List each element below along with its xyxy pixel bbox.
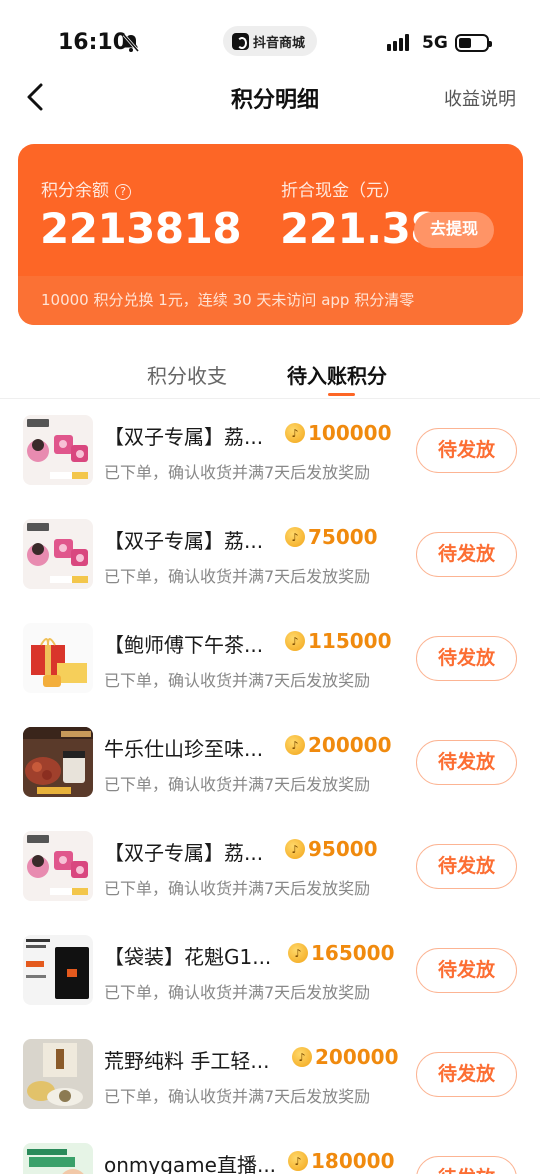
surprise-box-icon[interactable] [23, 1143, 93, 1174]
tab-pending-points[interactable]: 待入账积分 [287, 360, 387, 389]
douyin-coin-icon: ♪ [285, 735, 305, 755]
item-points: ♪ 95000 [285, 837, 378, 861]
points-value: 180000 [311, 1149, 395, 1173]
pending-status-button[interactable]: 待发放 [416, 636, 517, 681]
pink-products-icon[interactable] [23, 415, 93, 485]
list-item[interactable]: 【双子专属】荔... ♪ 75000 已下单，确认收货并满7天后发放奖励 待发放 [0, 503, 540, 607]
pink-products-icon[interactable] [23, 831, 93, 901]
points-balance: 2213818 [40, 204, 242, 253]
pending-status-button[interactable]: 待发放 [416, 740, 517, 785]
item-description: 已下单，确认收货并满7天后发放奖励 [104, 775, 371, 794]
tea-icon[interactable] [23, 1039, 93, 1109]
list-item[interactable]: 【鲍师傅下午茶... ♪ 115000 已下单，确认收货并满7天后发放奖励 待发放 [0, 607, 540, 711]
list-item[interactable]: 【双子专属】荔... ♪ 95000 已下单，确认收货并满7天后发放奖励 待发放 [0, 815, 540, 919]
points-value: 200000 [315, 1045, 399, 1069]
douyin-coin-icon: ♪ [285, 423, 305, 443]
mushroom-jar-icon[interactable] [23, 727, 93, 797]
points-balance-card: 积分余额? 2213818 折合现金（元） 221.38 去提现 10000 积… [18, 144, 523, 325]
douyin-coin-icon: ♪ [285, 631, 305, 651]
battery-icon [455, 34, 492, 52]
active-tab-indicator [328, 393, 355, 396]
nav-bar: 积分明细 收益说明 [0, 70, 540, 124]
pending-status-button[interactable]: 待发放 [416, 844, 517, 889]
cash-label: 折合现金（元） [281, 181, 400, 201]
item-points: ♪ 200000 [285, 733, 392, 757]
points-value: 115000 [308, 629, 392, 653]
item-points: ♪ 100000 [285, 421, 392, 445]
item-title[interactable]: 【双子专属】荔... [104, 837, 263, 866]
item-description: 已下单，确认收货并满7天后发放奖励 [104, 463, 371, 482]
gift-box-icon[interactable] [23, 623, 93, 693]
item-points: ♪ 200000 [292, 1045, 399, 1069]
network-type: 5G [422, 33, 448, 53]
pending-status-button[interactable]: 待发放 [416, 532, 517, 577]
tab-bar: 积分收支 待入账积分 [0, 352, 540, 400]
item-title[interactable]: 【袋装】花魁G1... [104, 941, 271, 970]
balance-label-wrap: 积分余额? [41, 176, 131, 201]
item-description: 已下单，确认收货并满7天后发放奖励 [104, 983, 371, 1002]
pending-status-button[interactable]: 待发放 [416, 428, 517, 473]
item-description: 已下单，确认收货并满7天后发放奖励 [104, 879, 371, 898]
item-title[interactable]: 【双子专属】荔... [104, 421, 263, 450]
signal-icon [387, 33, 409, 51]
app-name: 抖音商城 [253, 35, 306, 51]
earnings-info-link[interactable]: 收益说明 [444, 85, 516, 111]
list-item[interactable]: 【双子专属】荔... ♪ 100000 已下单，确认收货并满7天后发放奖励 待发放 [0, 399, 540, 503]
item-title[interactable]: onmygame直播... [104, 1149, 276, 1174]
points-value: 200000 [308, 733, 392, 757]
item-description: 已下单，确认收货并满7天后发放奖励 [104, 671, 371, 690]
balance-label: 积分余额 [41, 181, 109, 201]
points-rule-note: 10000 积分兑换 1元，连续 30 天未访问 app 积分清零 [18, 276, 523, 325]
item-title[interactable]: 荒野纯料 手工轻... [104, 1045, 269, 1074]
item-description: 已下单，确认收货并满7天后发放奖励 [104, 567, 371, 586]
withdraw-button[interactable]: 去提现 [414, 212, 494, 248]
app-indicator-pill[interactable]: 抖音商城 [223, 26, 317, 56]
douyin-coin-icon: ♪ [292, 1047, 312, 1067]
item-points: ♪ 165000 [288, 941, 395, 965]
douyin-coin-icon: ♪ [288, 943, 308, 963]
item-title[interactable]: 牛乐仕山珍至味... [104, 733, 263, 762]
douyin-logo-icon [232, 32, 249, 50]
help-icon[interactable]: ? [115, 184, 131, 200]
douyin-coin-icon: ♪ [285, 839, 305, 859]
item-points: ♪ 75000 [285, 525, 378, 549]
pending-status-button[interactable]: 待发放 [416, 948, 517, 993]
pending-status-button[interactable]: 待发放 [416, 1156, 517, 1174]
clock: 16:10 [58, 30, 129, 55]
item-points: ♪ 115000 [285, 629, 392, 653]
douyin-coin-icon: ♪ [288, 1151, 308, 1171]
list-item[interactable]: 牛乐仕山珍至味... ♪ 200000 已下单，确认收货并满7天后发放奖励 待发放 [0, 711, 540, 815]
pink-products-icon[interactable] [23, 519, 93, 589]
coffee-bag-icon[interactable] [23, 935, 93, 1005]
douyin-coin-icon: ♪ [285, 527, 305, 547]
list-item[interactable]: 荒野纯料 手工轻... ♪ 200000 已下单，确认收货并满7天后发放奖励 待发放 [0, 1023, 540, 1127]
mute-bell-icon [122, 34, 140, 52]
pending-status-button[interactable]: 待发放 [416, 1052, 517, 1097]
list-item[interactable]: 【袋装】花魁G1... ♪ 165000 已下单，确认收货并满7天后发放奖励 待发放 [0, 919, 540, 1023]
points-value: 95000 [308, 837, 378, 861]
points-value: 165000 [311, 941, 395, 965]
item-description: 已下单，确认收货并满7天后发放奖励 [104, 1087, 371, 1106]
list-item[interactable]: onmygame直播...♪180000已下单，确认收货并满7天后发放奖励待发放 [0, 1127, 540, 1174]
points-value: 100000 [308, 421, 392, 445]
item-points: ♪ 180000 [288, 1149, 395, 1173]
points-value: 75000 [308, 525, 378, 549]
item-title[interactable]: 【双子专属】荔... [104, 525, 263, 554]
item-title[interactable]: 【鲍师傅下午茶... [104, 629, 263, 658]
tab-points-history[interactable]: 积分收支 [147, 360, 227, 389]
